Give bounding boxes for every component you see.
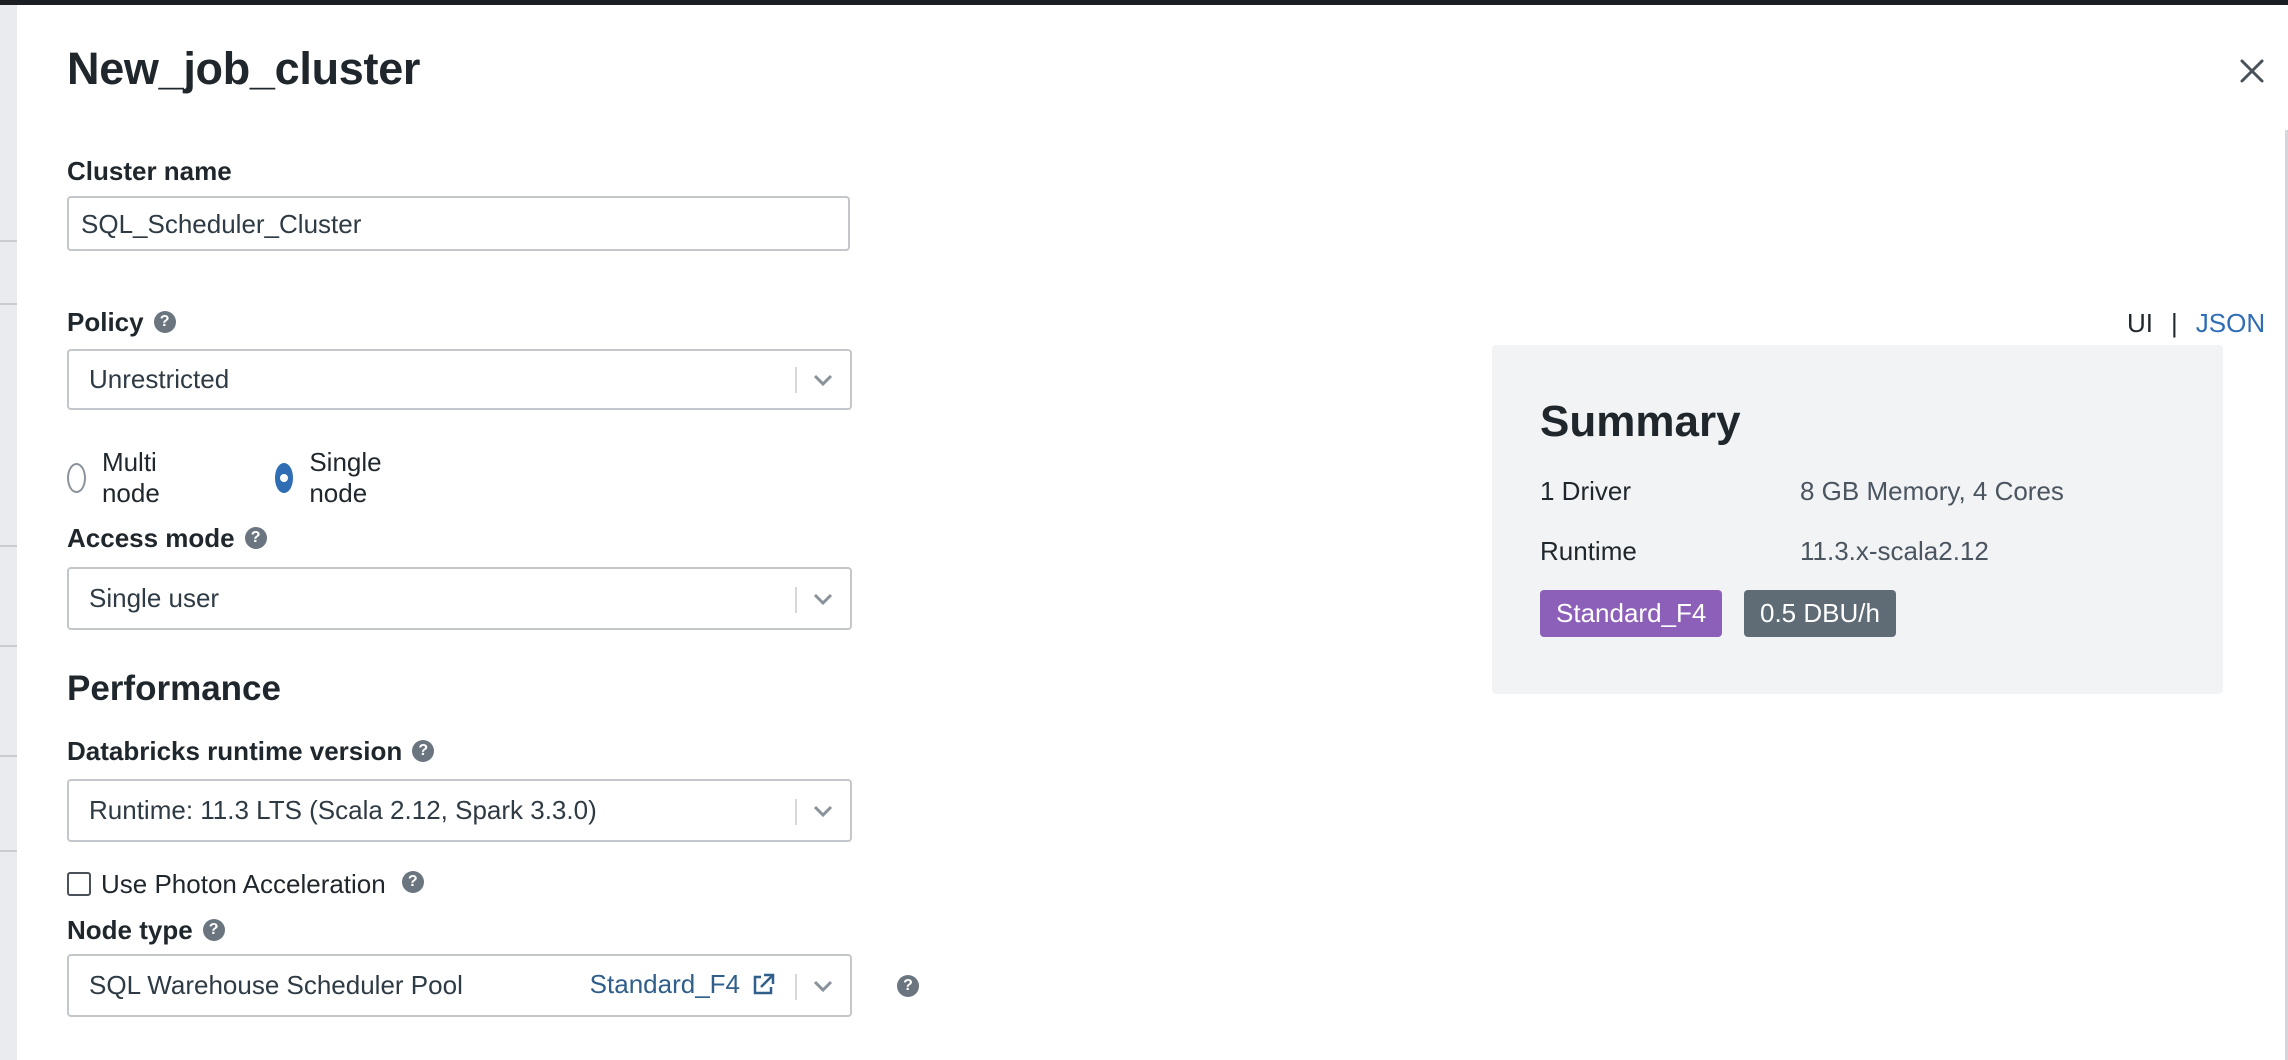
node-type-label: Node type? <box>67 915 225 946</box>
cluster-name-input[interactable]: SQL_Scheduler_Cluster <box>67 196 850 251</box>
select-divider <box>795 799 797 825</box>
photon-checkbox-row: Use Photon Acceleration ? <box>67 869 424 899</box>
json-view-toggle[interactable]: JSON <box>2196 308 2265 339</box>
radio-circle <box>67 463 86 493</box>
radio-circle-checked <box>275 463 294 493</box>
chevron-down-icon <box>813 805 833 818</box>
help-icon[interactable]: ? <box>244 527 267 550</box>
runtime-value: Runtime: 11.3 LTS (Scala 2.12, Spark 3.3… <box>89 795 597 825</box>
summary-driver-label: 1 Driver <box>1540 476 1632 506</box>
gutter-divider <box>0 850 17 852</box>
runtime-label-text: Databricks runtime version <box>67 736 403 766</box>
policy-label-text: Policy <box>67 307 144 337</box>
gutter-divider <box>0 545 17 547</box>
node-type-link-text: Standard_F4 <box>589 969 740 999</box>
help-icon[interactable]: ? <box>897 975 919 997</box>
help-icon[interactable]: ? <box>401 871 424 893</box>
policy-label: Policy? <box>67 307 176 338</box>
gutter-divider <box>0 303 17 305</box>
node-type-help: ? <box>897 975 919 999</box>
photon-checkbox[interactable] <box>67 872 91 896</box>
summary-driver-value: 8 GB Memory, 4 Cores <box>1800 476 2064 506</box>
gutter-divider <box>0 755 17 757</box>
cluster-name-label-text: Cluster name <box>67 156 232 186</box>
cluster-name-label: Cluster name <box>67 156 232 187</box>
close-button[interactable] <box>2234 53 2270 89</box>
runtime-label: Databricks runtime version? <box>67 736 435 767</box>
select-divider <box>795 367 797 393</box>
select-divider <box>795 974 797 1000</box>
help-icon[interactable]: ? <box>153 311 176 334</box>
policy-value: Unrestricted <box>89 364 230 394</box>
summary-runtime-label: Runtime <box>1540 536 1637 566</box>
summary-runtime-value: 11.3.x-scala2.12 <box>1800 536 1989 566</box>
gutter-divider <box>0 645 17 647</box>
dbu-rate-badge: 0.5 DBU/h <box>1744 590 1896 637</box>
access-mode-label-text: Access mode <box>67 523 235 553</box>
external-link-icon <box>753 973 775 994</box>
modal-title: New_job_cluster <box>67 43 421 94</box>
radio-multi-node[interactable]: Multi node <box>67 447 171 508</box>
node-type-link[interactable]: Standard_F4 <box>590 956 776 1013</box>
help-icon[interactable]: ? <box>202 919 225 942</box>
node-type-badge: Standard_F4 <box>1540 590 1723 637</box>
access-mode-value: Single user <box>89 583 220 613</box>
node-type-label-text: Node type <box>67 915 193 945</box>
background-page-gutter <box>0 5 17 1060</box>
summary-panel: Summary 1 Driver 8 GB Memory, 4 Cores Ru… <box>1492 345 2223 694</box>
close-icon <box>2240 59 2264 83</box>
runtime-select[interactable]: Runtime: 11.3 LTS (Scala 2.12, Spark 3.3… <box>67 779 852 842</box>
ui-view-toggle[interactable]: UI <box>2127 308 2153 339</box>
node-type-value: SQL Warehouse Scheduler Pool <box>89 970 463 1000</box>
chevron-down-icon <box>813 980 833 993</box>
cluster-config-modal: New_job_cluster Cluster name SQL_Schedul… <box>17 5 2288 1060</box>
access-mode-label: Access mode? <box>67 523 267 554</box>
access-mode-select[interactable]: Single user <box>67 567 852 630</box>
photon-checkbox-label[interactable]: Use Photon Acceleration <box>101 869 386 900</box>
help-icon[interactable]: ? <box>412 740 435 763</box>
toggle-separator: | <box>2171 308 2178 338</box>
policy-select[interactable]: Unrestricted <box>67 349 852 410</box>
cluster-name-value: SQL_Scheduler_Cluster <box>81 209 362 239</box>
radio-single-node-label: Single node <box>309 447 382 508</box>
radio-multi-node-label: Multi node <box>101 447 160 508</box>
radio-single-node[interactable]: Single node <box>275 447 393 508</box>
gutter-divider <box>0 240 17 242</box>
summary-title: Summary <box>1540 397 1741 446</box>
select-divider <box>795 587 797 613</box>
chevron-down-icon <box>813 593 833 606</box>
chevron-down-icon <box>813 374 833 387</box>
view-toggle: UI | JSON <box>2127 308 2265 339</box>
node-type-select[interactable]: SQL Warehouse Scheduler Pool Standard_F4 <box>67 954 852 1017</box>
performance-section-title: Performance <box>67 669 281 708</box>
